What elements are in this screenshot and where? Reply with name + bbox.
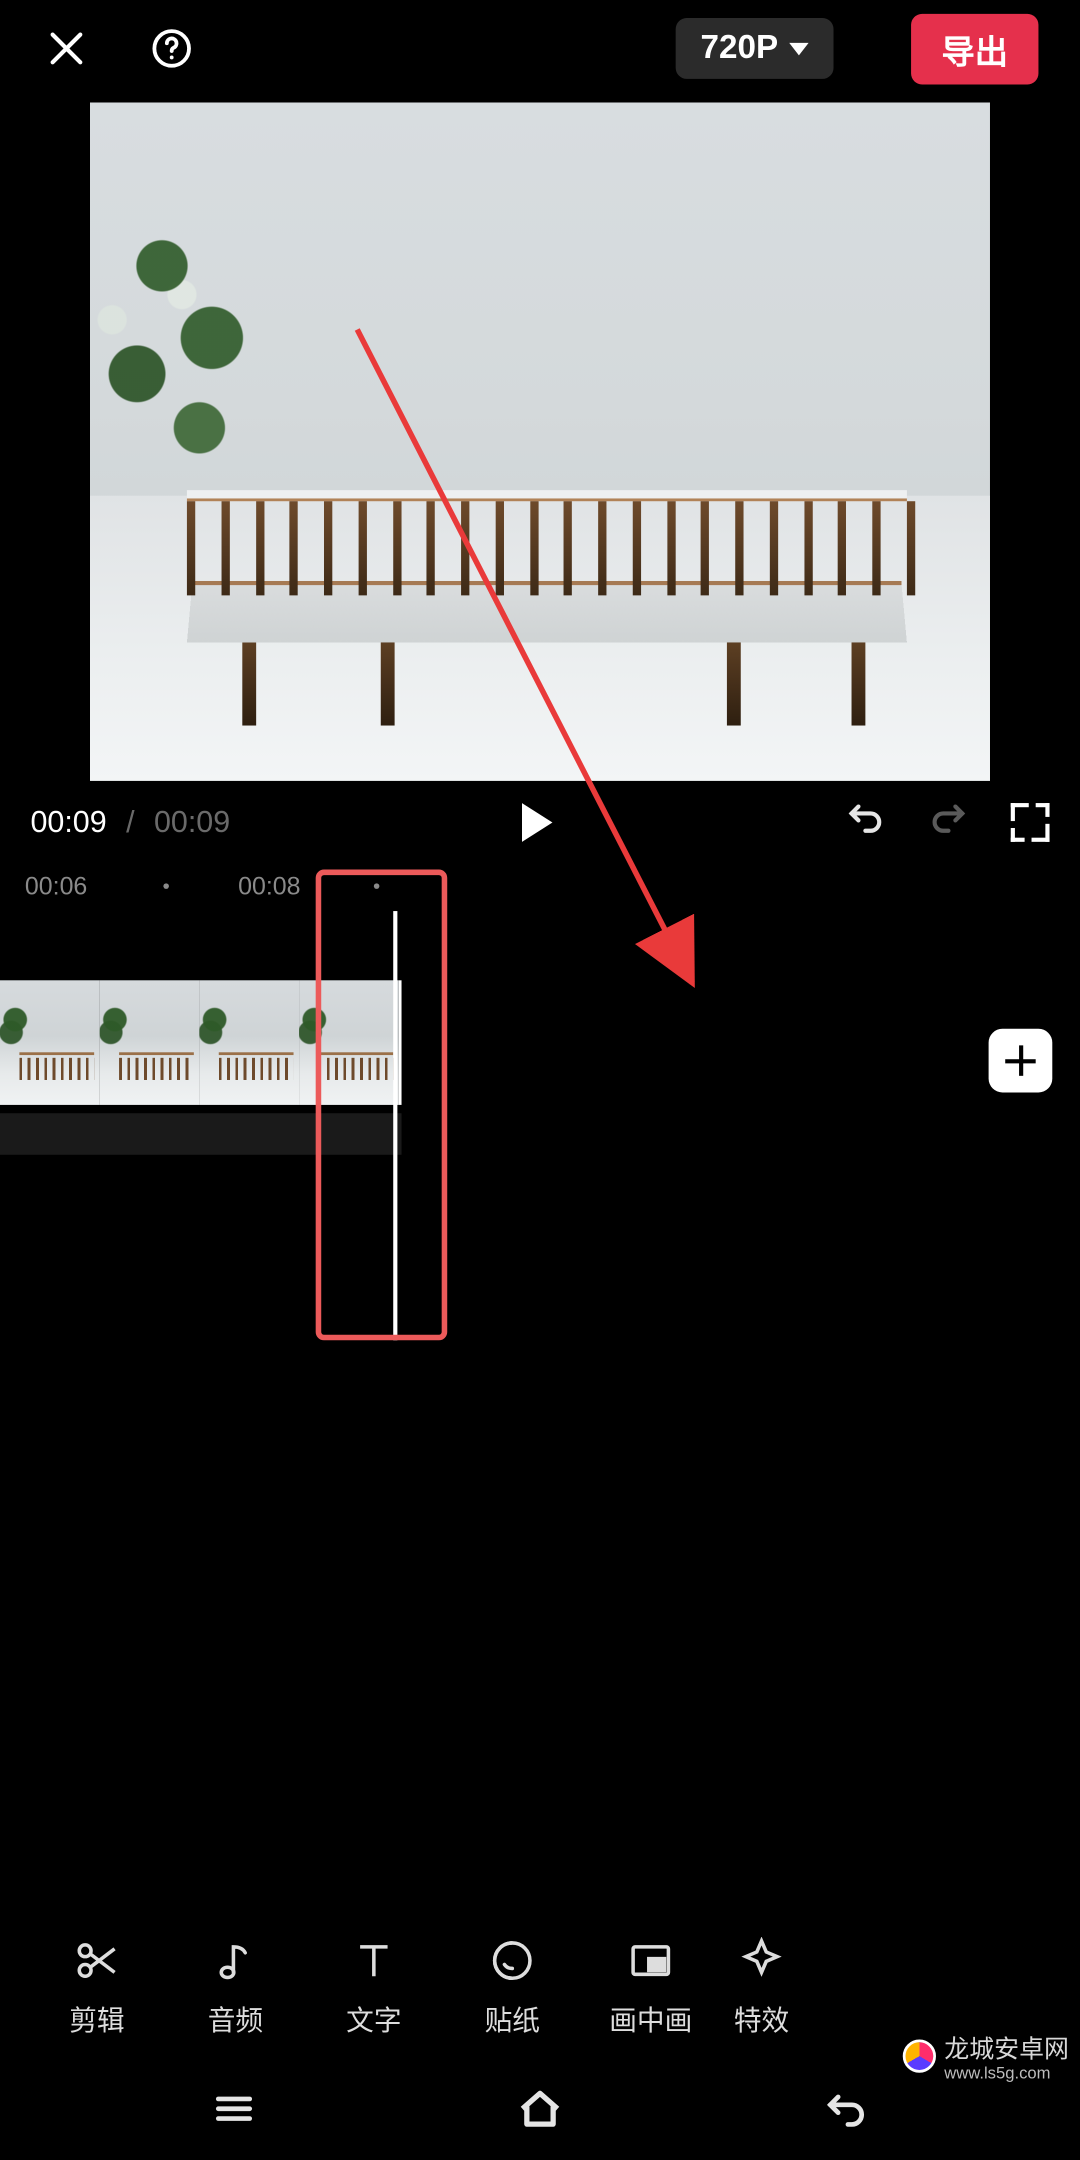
ruler-tick: 00:08 — [238, 872, 300, 901]
scissors-icon — [73, 1936, 120, 1983]
redo-icon — [928, 796, 970, 849]
tool-label: 特效 — [734, 1997, 789, 2037]
preview-area — [0, 97, 1080, 781]
tool-cut[interactable]: 剪辑 — [28, 1936, 166, 2037]
tool-label: 文字 — [346, 1997, 401, 2037]
tool-fx[interactable]: 特效 — [720, 1936, 803, 2037]
sticker-icon — [489, 1936, 536, 1983]
text-icon — [350, 1936, 397, 1983]
top-bar: 720P 导出 — [0, 0, 1080, 97]
close-icon[interactable] — [42, 24, 92, 74]
tool-label: 画中画 — [609, 1997, 692, 2037]
transport-bar: 00:09 / 00:09 — [0, 781, 1080, 864]
add-clip-button[interactable] — [989, 1029, 1053, 1093]
tool-text[interactable]: 文字 — [305, 1936, 443, 2037]
tool-label: 剪辑 — [69, 1997, 124, 2037]
tool-pip[interactable]: 画中画 — [582, 1936, 720, 2037]
pip-icon — [627, 1936, 674, 1983]
video-clip[interactable] — [0, 980, 402, 1105]
export-button[interactable]: 导出 — [911, 13, 1038, 84]
play-icon[interactable] — [522, 803, 552, 842]
music-note-icon — [212, 1936, 259, 1983]
resolution-button[interactable]: 720P — [676, 18, 834, 79]
video-track[interactable] — [0, 980, 1080, 1105]
time-ruler: 00:06 00:08 — [0, 870, 1080, 909]
sparkle-icon — [738, 1936, 785, 1983]
tool-label: 音频 — [208, 1997, 263, 2037]
ruler-dot — [163, 883, 169, 889]
undo-icon[interactable] — [845, 796, 887, 849]
back-icon[interactable] — [822, 2085, 869, 2139]
tool-label: 贴纸 — [485, 1997, 540, 2037]
fullscreen-icon[interactable] — [1011, 803, 1050, 842]
video-preview[interactable] — [90, 102, 990, 780]
tool-audio[interactable]: 音频 — [166, 1936, 304, 2037]
watermark-url: www.ls5g.com — [944, 2063, 1069, 2082]
chevron-down-icon — [789, 42, 808, 54]
time-separator: / — [121, 804, 141, 840]
export-label: 导出 — [942, 34, 1008, 71]
audio-track[interactable] — [0, 1113, 402, 1155]
playhead[interactable] — [393, 911, 397, 1340]
resolution-label: 720P — [701, 29, 779, 68]
help-icon[interactable] — [147, 24, 197, 74]
tool-sticker[interactable]: 贴纸 — [443, 1936, 581, 2037]
watermark-logo-icon — [903, 2040, 936, 2073]
ruler-tick: 00:06 — [25, 872, 87, 901]
menu-icon[interactable] — [211, 2085, 258, 2139]
current-time: 00:09 — [30, 804, 106, 840]
timeline[interactable]: 00:06 00:08 — [0, 870, 1080, 1355]
total-time: 00:09 — [154, 804, 230, 840]
watermark-brand: 龙城安卓网 — [944, 2035, 1069, 2063]
watermark: 龙城安卓网 www.ls5g.com — [903, 2030, 1069, 2083]
home-icon[interactable] — [514, 2082, 567, 2142]
video-editor-screen: 720P 导出 00:09 / 00:09 — [0, 0, 1080, 2160]
ruler-dot — [374, 883, 380, 889]
